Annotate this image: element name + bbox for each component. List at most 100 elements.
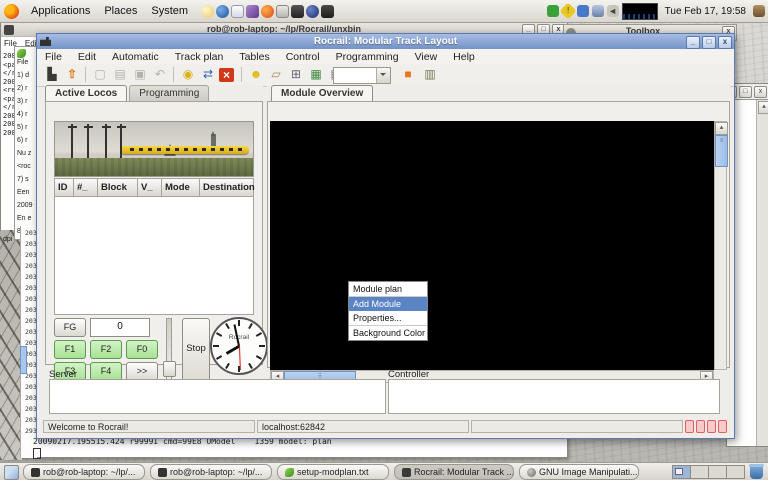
distro-menu-icon[interactable] [4, 4, 19, 19]
loco-table-header: ID #_ Block V_ Mode Destination [54, 178, 254, 197]
color-grid-icon[interactable]: ▦ [307, 66, 325, 83]
f0-button[interactable]: F0 [126, 340, 158, 359]
panel-clock[interactable]: Tue Feb 17, 19:58 [661, 6, 750, 17]
terminal-launcher-icon[interactable] [291, 5, 304, 18]
context-menu-module-plan[interactable]: Module plan [349, 282, 427, 296]
workspace-2[interactable] [691, 466, 709, 478]
show-desktop-button[interactable] [4, 465, 19, 480]
context-menu-background-color[interactable]: Background Color [349, 326, 427, 340]
taskbar-gimp[interactable]: GNU Image Manipulati... [519, 464, 639, 480]
chevron-down-icon[interactable] [376, 68, 390, 83]
controller-log-box[interactable] [388, 379, 720, 414]
workspace-1[interactable] [673, 466, 691, 478]
rocrail-menu-item[interactable]: File [37, 51, 70, 63]
rocrail-minimize-button[interactable]: _ [686, 36, 700, 49]
speed-field[interactable]: 0 [90, 318, 150, 337]
menu-applications[interactable]: Applications [24, 0, 97, 22]
tab-programming[interactable]: Programming [129, 85, 209, 102]
background-scrollbar-thumb[interactable] [20, 346, 27, 374]
eraser-icon[interactable]: ▱ [267, 66, 285, 83]
launcher-icon[interactable] [246, 5, 259, 18]
lamp-icon[interactable]: ◉ [179, 66, 197, 83]
taskbar-rocrail[interactable]: Rocrail: Modular Track ... [394, 464, 514, 480]
speed-slider-handle[interactable] [163, 361, 176, 377]
stop-button[interactable]: Stop [182, 318, 210, 382]
text-editor-file-menu[interactable]: File [17, 59, 37, 66]
taskbar-terminal-1[interactable]: rob@rob-laptop: ~/lp/... [23, 464, 145, 480]
rocrail-menu-item[interactable]: Control [278, 51, 328, 63]
tray-icon[interactable] [753, 5, 765, 17]
upload-icon[interactable]: ⇧ [63, 66, 81, 83]
network-tray-icon[interactable] [592, 5, 604, 17]
active-locos-pane: ID #_ Block V_ Mode Destination FG 0 F1 … [45, 101, 263, 365]
menu-system[interactable]: System [144, 0, 195, 22]
launcher-icon[interactable] [201, 5, 214, 18]
context-menu-properties[interactable]: Properties... [349, 311, 427, 325]
scroll-up-arrow-icon[interactable]: ▴ [715, 122, 728, 135]
col-id[interactable]: ID [54, 178, 74, 197]
col-mode[interactable]: Mode [162, 178, 200, 197]
operator-icon[interactable]: ☻ [247, 66, 265, 83]
firefox-icon[interactable] [261, 5, 274, 18]
rocrail-menu-item[interactable]: Automatic [104, 51, 167, 63]
speed-slider[interactable] [166, 318, 172, 382]
analog-clock: Rocrail [210, 317, 268, 375]
book-icon[interactable]: ▥ [421, 66, 439, 83]
vertical-scroll-thumb[interactable]: ≡ [715, 135, 728, 167]
taskbar-editor[interactable]: setup-modplan.txt [277, 464, 389, 480]
rocrail-maximize-button[interactable]: □ [702, 36, 716, 49]
col-addr[interactable]: #_ [74, 178, 98, 197]
text-editor-line: 2) r [17, 82, 37, 95]
tab-module-overview[interactable]: Module Overview [271, 85, 373, 102]
workspace-3[interactable] [709, 466, 727, 478]
rocrail-menu-item[interactable]: Programming [328, 51, 407, 63]
workspace-4[interactable] [727, 466, 744, 478]
loco-list[interactable] [54, 197, 254, 315]
server-log-box[interactable] [49, 379, 386, 414]
scroll-up-arrow-icon[interactable]: ▴ [758, 101, 768, 114]
rocrail-menu-item[interactable]: Track plan [167, 51, 232, 63]
status-lamp [707, 420, 716, 433]
taskbar-terminal-2[interactable]: rob@rob-laptop: ~/lp/... [150, 464, 272, 480]
messenger-tray-icon[interactable] [547, 5, 559, 17]
col-destination[interactable]: Destination [200, 178, 254, 197]
thunderbird-icon[interactable] [216, 5, 229, 18]
log-column-partial: 2039203920392039203920392039203920392039… [20, 226, 37, 458]
fg-button[interactable]: FG [54, 318, 86, 337]
orange-block-icon[interactable]: ■ [399, 66, 417, 83]
tab-active-locos[interactable]: Active Locos [45, 85, 127, 102]
rightwin-scrollbar[interactable]: ▴ [756, 100, 768, 446]
menu-places[interactable]: Places [97, 0, 144, 22]
bluetooth-tray-icon[interactable] [577, 5, 589, 17]
f1-button[interactable]: F1 [54, 340, 86, 359]
launcher-icon[interactable] [306, 5, 319, 18]
rightwin-close-button[interactable]: x [754, 86, 767, 98]
col-v[interactable]: V_ [138, 178, 162, 197]
rocrail-close-button[interactable]: x [718, 36, 732, 49]
col-block[interactable]: Block [98, 178, 138, 197]
volume-tray-icon[interactable]: ◄ [607, 5, 619, 17]
loco-select-combobox[interactable] [333, 67, 391, 84]
fn-grid-icon[interactable]: ⊞ [287, 66, 305, 83]
context-menu-add-module[interactable]: Add Module [349, 297, 427, 311]
locomotive-photo [54, 121, 254, 177]
update-alert-icon[interactable]: ! [559, 3, 576, 20]
vertical-scrollbar[interactable]: ▴ ≡ [714, 121, 727, 370]
module-plan-canvas[interactable] [270, 121, 714, 370]
rocrail-menu-item[interactable]: Tables [231, 51, 277, 63]
trash-icon[interactable] [750, 466, 763, 479]
system-monitor-applet[interactable] [622, 3, 658, 20]
file-manager-icon[interactable] [276, 5, 289, 18]
swap-icon[interactable]: ⇄ [199, 66, 217, 83]
rocrail-menu-item[interactable]: Edit [70, 51, 104, 63]
f2-button[interactable]: F2 [90, 340, 122, 359]
rocrail-menu-item[interactable]: View [407, 51, 446, 63]
rocrail-menu-item[interactable]: Help [445, 51, 483, 63]
emergency-stop-icon[interactable]: × [219, 68, 234, 82]
document-launcher-icon[interactable] [231, 5, 244, 18]
power-train-icon[interactable]: ▙ [43, 66, 61, 83]
rightwin-maximize-button[interactable]: □ [739, 86, 752, 98]
rocrail-launcher-icon[interactable] [321, 5, 334, 18]
taskbar: rob@rob-laptop: ~/lp/... rob@rob-laptop:… [0, 462, 768, 480]
undo-icon-disabled: ↶ [151, 66, 169, 83]
